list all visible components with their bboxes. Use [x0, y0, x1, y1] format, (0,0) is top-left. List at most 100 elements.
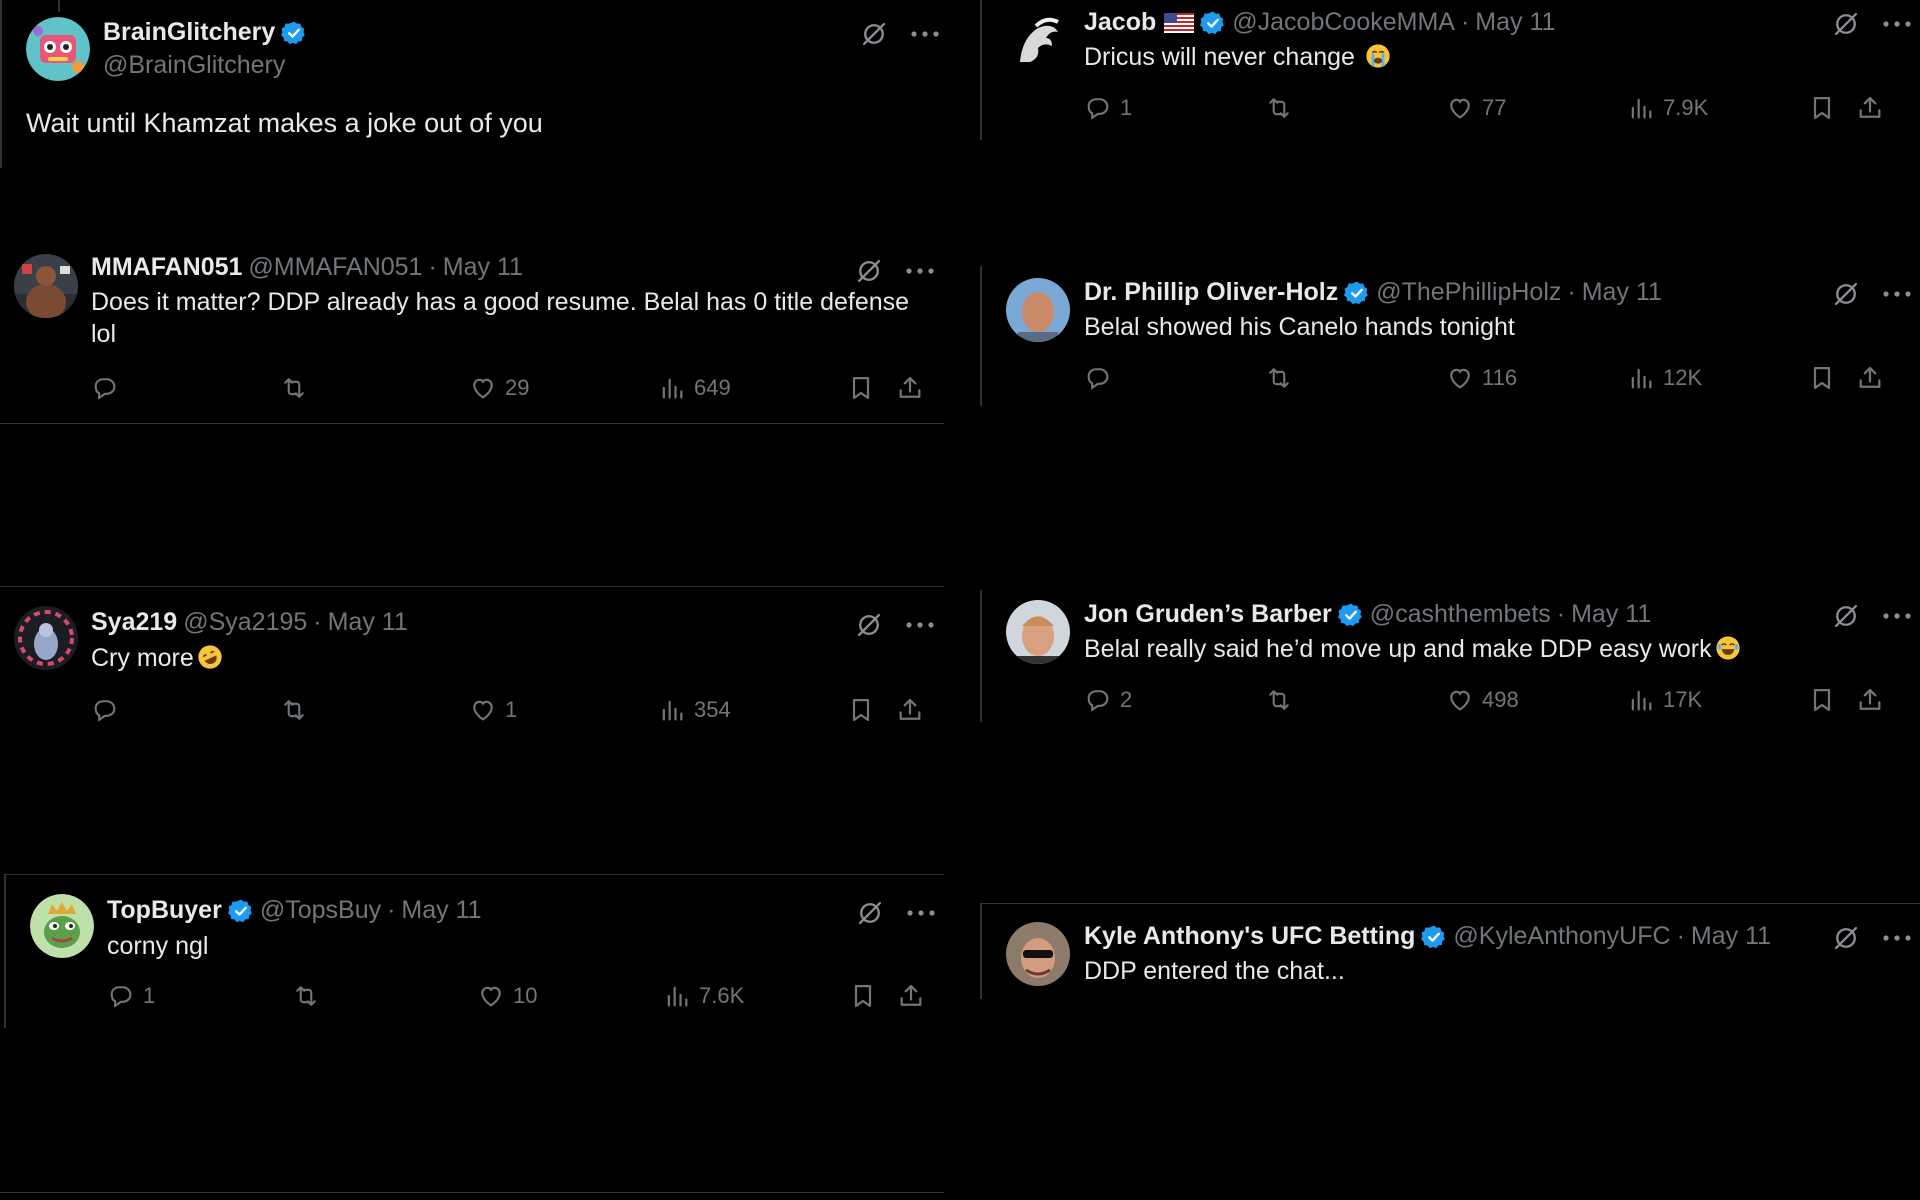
tweet-header: TopBuyer @TopsBuy · May 11: [107, 896, 482, 925]
grok-icon[interactable]: [855, 257, 883, 285]
views-button[interactable]: 17K: [1627, 684, 1702, 716]
views-button[interactable]: 649: [658, 372, 731, 404]
reply-button[interactable]: [1084, 362, 1112, 394]
avatar[interactable]: [1006, 922, 1070, 986]
retweet-button[interactable]: [1265, 362, 1293, 394]
grok-icon[interactable]: [856, 899, 884, 927]
separator-dot: ·: [1676, 922, 1685, 950]
like-button[interactable]: 1: [469, 694, 517, 726]
share-button[interactable]: [896, 694, 924, 726]
display-name[interactable]: Sya219: [91, 608, 177, 637]
avatar[interactable]: [30, 894, 94, 958]
more-icon[interactable]: [1882, 612, 1912, 620]
user-handle[interactable]: @MMAFAN051: [248, 253, 422, 282]
tweet-jacob[interactable]: Jacob @JacobCookeMMA · May 11 Dricus wil…: [982, 0, 1920, 140]
grok-icon[interactable]: [855, 611, 883, 639]
retweet-button[interactable]: [292, 980, 320, 1012]
avatar[interactable]: [14, 606, 78, 670]
bookmark-button[interactable]: [847, 694, 875, 726]
grok-icon[interactable]: [1832, 10, 1860, 38]
grok-icon[interactable]: [1832, 280, 1860, 308]
verified-badge-icon: [1338, 602, 1364, 628]
user-handle[interactable]: @TopsBuy: [260, 896, 381, 925]
avatar[interactable]: [26, 17, 90, 81]
bookmark-button[interactable]: [847, 372, 875, 404]
reply-icon: [91, 696, 119, 724]
display-name[interactable]: MMAFAN051: [91, 253, 242, 282]
like-button[interactable]: 10: [477, 980, 537, 1012]
reply-button[interactable]: 2: [1084, 684, 1132, 716]
tweet-date[interactable]: May 11: [1691, 922, 1771, 951]
bookmark-button[interactable]: [1808, 92, 1836, 124]
tweet-kyle-anthony[interactable]: Kyle Anthony's UFC Betting @KyleAnthonyU…: [982, 914, 1920, 1014]
like-button[interactable]: 498: [1446, 684, 1519, 716]
tweet-sya219[interactable]: Sya219 @Sya2195 · May 11 Cry more 1 354: [0, 590, 944, 740]
user-handle[interactable]: @Sya2195: [183, 608, 307, 637]
reply-count: 1: [143, 983, 156, 1008]
retweet-button[interactable]: [1265, 92, 1293, 124]
like-button[interactable]: 116: [1446, 362, 1517, 394]
tweet-date[interactable]: May 11: [328, 608, 408, 637]
avatar[interactable]: [1006, 278, 1070, 342]
retweet-button[interactable]: [280, 694, 308, 726]
tweet-date[interactable]: May 11: [1582, 278, 1662, 307]
reply-button[interactable]: [91, 372, 119, 404]
more-icon[interactable]: [1882, 20, 1912, 28]
bookmark-button[interactable]: [849, 980, 877, 1012]
more-icon[interactable]: [910, 30, 940, 38]
views-button[interactable]: 354: [658, 694, 731, 726]
views-button[interactable]: 7.6K: [663, 980, 744, 1012]
avatar[interactable]: [1006, 600, 1070, 664]
display-name[interactable]: Kyle Anthony's UFC Betting: [1084, 922, 1415, 951]
share-button[interactable]: [897, 980, 925, 1012]
share-button[interactable]: [1856, 92, 1884, 124]
share-icon: [896, 696, 924, 724]
tweet-mmafan051[interactable]: MMAFAN051 @MMAFAN051 · May 11 Does it ma…: [0, 240, 944, 424]
like-button[interactable]: 77: [1446, 92, 1506, 124]
reply-button[interactable]: [91, 694, 119, 726]
tweet-date[interactable]: May 11: [443, 253, 523, 282]
user-handle[interactable]: @BrainGlitchery: [103, 51, 285, 80]
bookmark-icon: [847, 696, 875, 724]
grok-icon[interactable]: [1832, 924, 1860, 952]
display-name[interactable]: Dr. Phillip Oliver-Holz: [1084, 278, 1338, 307]
avatar[interactable]: [1006, 8, 1070, 72]
more-icon[interactable]: [1882, 290, 1912, 298]
more-icon[interactable]: [906, 909, 936, 917]
user-handle[interactable]: @KyleAnthonyUFC: [1453, 922, 1670, 951]
views-icon: [1627, 686, 1655, 714]
tweet-phillip-oliver-holz[interactable]: Dr. Phillip Oliver-Holz @ThePhillipHolz …: [982, 270, 1920, 410]
tweet-brainglitchery[interactable]: BrainGlitchery @BrainGlitchery Wait unti…: [0, 0, 944, 240]
more-icon[interactable]: [905, 621, 935, 629]
retweet-button[interactable]: [280, 372, 308, 404]
tweet-jon-grudens-barber[interactable]: Jon Gruden’s Barber @cashthembets · May …: [982, 592, 1920, 732]
share-button[interactable]: [1856, 362, 1884, 394]
display-name[interactable]: Jon Gruden’s Barber: [1084, 600, 1332, 629]
retweet-button[interactable]: [1265, 684, 1293, 716]
tweet-date[interactable]: May 11: [401, 896, 481, 925]
views-button[interactable]: 7.9K: [1627, 92, 1708, 124]
display-name[interactable]: Jacob: [1084, 8, 1156, 37]
avatar[interactable]: [14, 254, 78, 318]
more-icon[interactable]: [1882, 934, 1912, 942]
user-handle[interactable]: @ThePhillipHolz: [1376, 278, 1561, 307]
share-button[interactable]: [896, 372, 924, 404]
tweet-date[interactable]: May 11: [1475, 8, 1555, 37]
bookmark-button[interactable]: [1808, 684, 1836, 716]
tweet-topbuyer[interactable]: TopBuyer @TopsBuy · May 11 corny ngl 1 1…: [0, 880, 944, 1030]
more-icon[interactable]: [905, 267, 935, 275]
user-handle[interactable]: @cashthembets: [1370, 600, 1551, 629]
reply-button[interactable]: 1: [107, 980, 155, 1012]
grok-icon[interactable]: [1832, 602, 1860, 630]
display-name[interactable]: BrainGlitchery: [103, 18, 275, 47]
share-button[interactable]: [1856, 684, 1884, 716]
tweet-date[interactable]: May 11: [1571, 600, 1651, 629]
bookmark-button[interactable]: [1808, 362, 1836, 394]
like-button[interactable]: 29: [469, 372, 529, 404]
views-button[interactable]: 12K: [1627, 362, 1702, 394]
user-handle[interactable]: @JacobCookeMMA: [1232, 8, 1455, 37]
tweet-top-icons: [1832, 10, 1912, 38]
grok-icon[interactable]: [860, 20, 888, 48]
reply-button[interactable]: 1: [1084, 92, 1132, 124]
display-name[interactable]: TopBuyer: [107, 896, 222, 925]
